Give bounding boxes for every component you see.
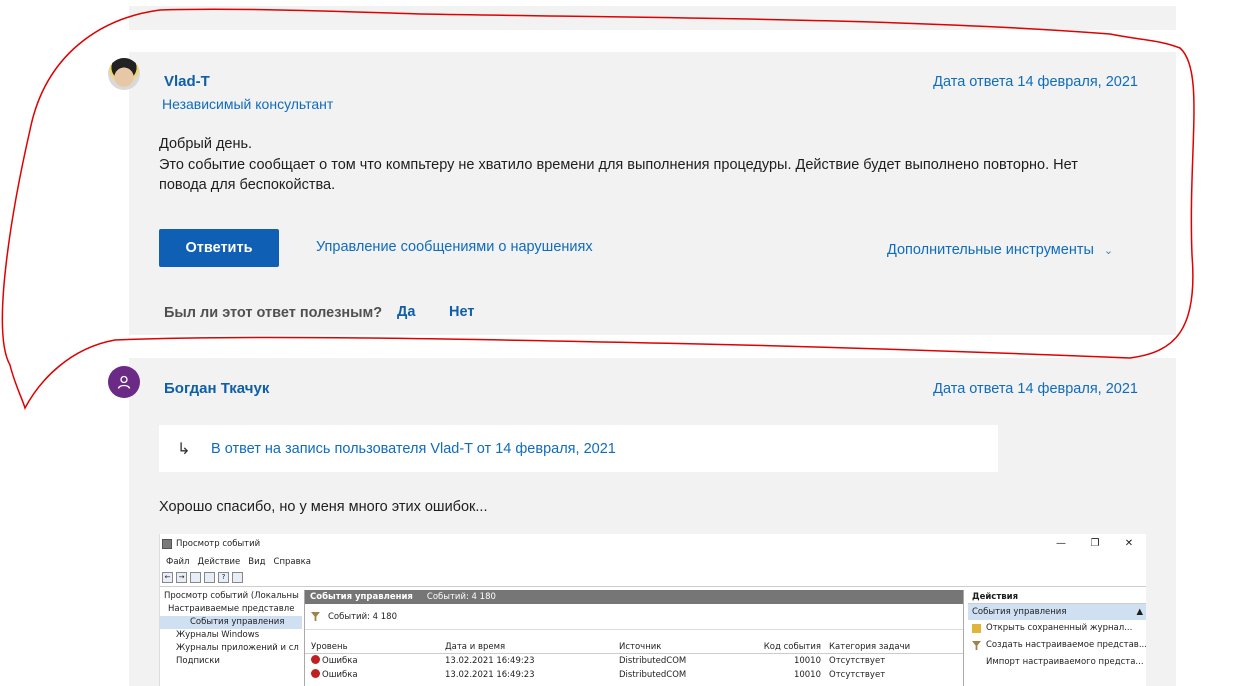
col-level: Уровень: [311, 642, 348, 652]
helpful-no-button[interactable]: Нет: [449, 304, 474, 320]
panel-icon: [232, 572, 243, 583]
cell-event-id: 10010: [793, 656, 821, 666]
avatar-vlad[interactable]: [108, 58, 140, 90]
window-controls: — ❐ ✕: [1044, 534, 1146, 554]
filter-bar: Событий: 4 180: [305, 604, 963, 630]
person-icon: [117, 375, 131, 389]
helpful-yes-button[interactable]: Да: [397, 304, 415, 320]
author-name[interactable]: Богдан Ткачук: [164, 380, 269, 397]
reply-quote-link[interactable]: В ответ на запись пользователя Vlad-T от…: [211, 441, 616, 457]
tree-item: Журналы приложений и сл: [176, 643, 299, 653]
filter-icon: [972, 641, 981, 650]
center-count: Событий: 4 180: [426, 592, 496, 602]
chevron-down-icon: ⌄: [1103, 244, 1114, 257]
tree-item: Настраиваемые представле: [168, 604, 295, 614]
reply-button[interactable]: Ответить: [159, 229, 279, 267]
previous-post-strip: [129, 6, 1176, 30]
error-icon: [311, 669, 320, 678]
action-item: Импорт настраиваемого предста...: [986, 657, 1144, 667]
body-line: повода для беспокойства.: [159, 177, 336, 193]
answer-date[interactable]: Дата ответа 14 февраля, 2021: [880, 74, 1138, 90]
reply-quote[interactable]: ↳ В ответ на запись пользователя Vlad-T …: [159, 425, 998, 472]
shot-titlebar: Просмотр событий: [160, 534, 1146, 554]
cell-level: Ошибка: [322, 670, 358, 680]
helpful-question: Был ли этот ответ полезным?: [164, 305, 383, 321]
table-header: Уровень Дата и время Источник Код событи…: [305, 640, 963, 654]
back-icon: ←: [162, 572, 173, 583]
shot-menubar: Файл Действие Вид Справка: [160, 554, 311, 569]
col-datetime: Дата и время: [445, 642, 506, 652]
actions-subheader: События управления ▲: [968, 604, 1146, 620]
action-item: Открыть сохраненный журнал...: [968, 620, 1146, 637]
collapse-arrow-icon: ▲: [1136, 607, 1143, 617]
reply-arrow-icon: ↳: [177, 440, 191, 458]
actions-subtitle: События управления: [972, 607, 1067, 617]
shot-tree: Просмотр событий (Локальны Настраиваемые…: [160, 590, 302, 686]
cell-source: DistributedCOM: [619, 670, 687, 680]
tree-item: Просмотр событий (Локальны: [164, 591, 299, 601]
filter-count: Событий: 4 180: [328, 611, 397, 622]
folder-icon: [190, 572, 201, 583]
attached-screenshot[interactable]: Просмотр событий — ❐ ✕ Файл Действие Вид…: [159, 534, 1146, 686]
avatar-bogdan[interactable]: [108, 366, 140, 398]
cell-event-id: 10010: [793, 670, 821, 680]
help-icon: ?: [218, 572, 229, 583]
reply-body: Хорошо спасибо, но у меня много этих оши…: [159, 499, 488, 515]
center-title: События управления: [310, 592, 413, 602]
shot-center-pane: События управления Событий: 4 180 Событи…: [304, 590, 964, 686]
menu-view: Вид: [248, 556, 266, 567]
error-icon: [311, 655, 320, 664]
cell-source: DistributedCOM: [619, 656, 687, 666]
shot-toolbar: ← → ?: [160, 569, 1146, 587]
tree-item: Подписки: [176, 656, 220, 666]
cell-datetime: 13.02.2021 16:49:23: [445, 670, 535, 680]
col-source: Источник: [619, 642, 662, 652]
actions-title: Действия: [968, 590, 1146, 604]
table-row: Ошибка 13.02.2021 16:49:23 DistributedCO…: [305, 668, 963, 682]
answer-body: Добрый день. Это событие сообщает о том …: [159, 134, 1139, 196]
col-task-category: Категория задачи: [829, 642, 911, 652]
event-viewer-icon: [162, 539, 172, 549]
cell-task-category: Отсутствует: [829, 656, 886, 666]
shot-title: Просмотр событий: [176, 539, 261, 549]
cell-task-category: Отсутствует: [829, 670, 886, 680]
events-table: Уровень Дата и время Источник Код событи…: [305, 640, 963, 682]
author-role[interactable]: Независимый консультант: [162, 96, 333, 112]
minimize-icon: —: [1056, 538, 1066, 549]
shot-actions-pane: Действия События управления ▲ Открыть со…: [968, 590, 1146, 686]
body-line: Добрый день.: [159, 136, 253, 152]
body-line: Это событие сообщает о том что компьтеру…: [159, 156, 1078, 173]
menu-help: Справка: [273, 556, 311, 567]
tree-item-selected: События управления: [160, 616, 302, 629]
report-abuse-link[interactable]: Управление сообщениями о нарушениях: [316, 239, 593, 255]
filter-icon: [311, 612, 320, 621]
tree-item: Журналы Windows: [176, 630, 260, 640]
cell-datetime: 13.02.2021 16:49:23: [445, 656, 535, 666]
open-folder-icon: [972, 624, 981, 633]
col-event-id: Код события: [763, 642, 821, 652]
forward-icon: →: [176, 572, 187, 583]
cell-level: Ошибка: [322, 656, 358, 666]
menu-file: Файл: [166, 556, 190, 567]
center-header: События управления Событий: 4 180: [305, 590, 963, 604]
grid-icon: [204, 572, 215, 583]
table-row: Ошибка 13.02.2021 16:49:23 DistributedCO…: [305, 654, 963, 668]
restore-icon: ❐: [1090, 538, 1100, 549]
more-tools-dropdown[interactable]: Дополнительные инструменты ⌄: [887, 242, 1113, 258]
close-icon: ✕: [1124, 538, 1134, 549]
answer-date[interactable]: Дата ответа 14 февраля, 2021: [880, 381, 1138, 397]
menu-action: Действие: [197, 556, 241, 567]
author-name[interactable]: Vlad-T: [164, 73, 210, 90]
action-item: Создать настраиваемое представ...: [968, 637, 1146, 654]
more-tools-label: Дополнительные инструменты: [887, 242, 1094, 258]
